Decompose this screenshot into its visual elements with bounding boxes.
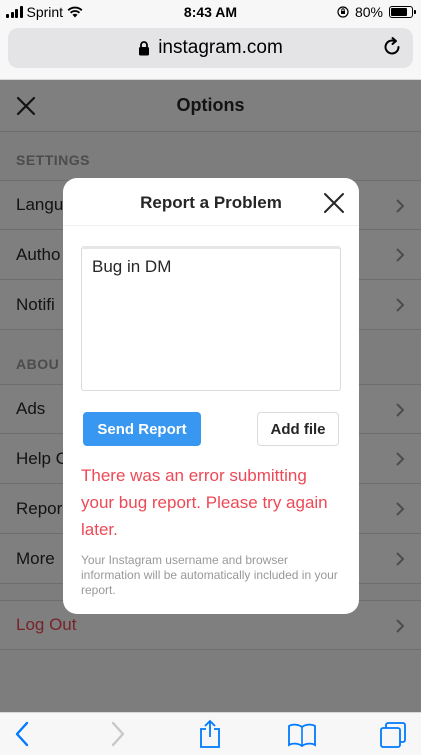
disclaimer-text: Your Instagram username and browser info… — [81, 553, 338, 597]
send-report-button[interactable]: Send Report — [83, 412, 201, 446]
battery-icon — [389, 6, 416, 18]
address-bar[interactable]: instagram.com — [8, 28, 413, 68]
status-bar: Sprint 8:43 AM 80% — [0, 0, 421, 24]
tabs-icon[interactable] — [379, 721, 407, 749]
add-file-button[interactable]: Add file — [257, 412, 339, 446]
forward-icon[interactable] — [110, 721, 126, 747]
dialog-title: Report a Problem — [140, 193, 282, 212]
orientation-lock-icon — [337, 6, 349, 18]
share-icon[interactable] — [198, 719, 222, 749]
reload-icon[interactable] — [381, 36, 403, 58]
browser-toolbar — [0, 712, 421, 755]
error-message: There was an error submitting your bug r… — [81, 466, 328, 539]
back-icon[interactable] — [14, 721, 30, 747]
close-icon[interactable] — [323, 192, 345, 214]
bookmarks-icon[interactable] — [287, 723, 317, 747]
lock-icon — [139, 40, 150, 55]
dialog-header: Report a Problem — [63, 178, 359, 226]
battery-percent: 80% — [354, 4, 383, 20]
status-right: 80% — [337, 4, 416, 20]
battery-level — [391, 8, 407, 16]
report-problem-dialog: Report a Problem Bug in DM Send Report A… — [63, 178, 359, 614]
url-text: instagram.com — [158, 37, 283, 58]
report-textarea[interactable]: Bug in DM — [81, 246, 341, 391]
browser-bar: instagram.com — [0, 24, 421, 80]
